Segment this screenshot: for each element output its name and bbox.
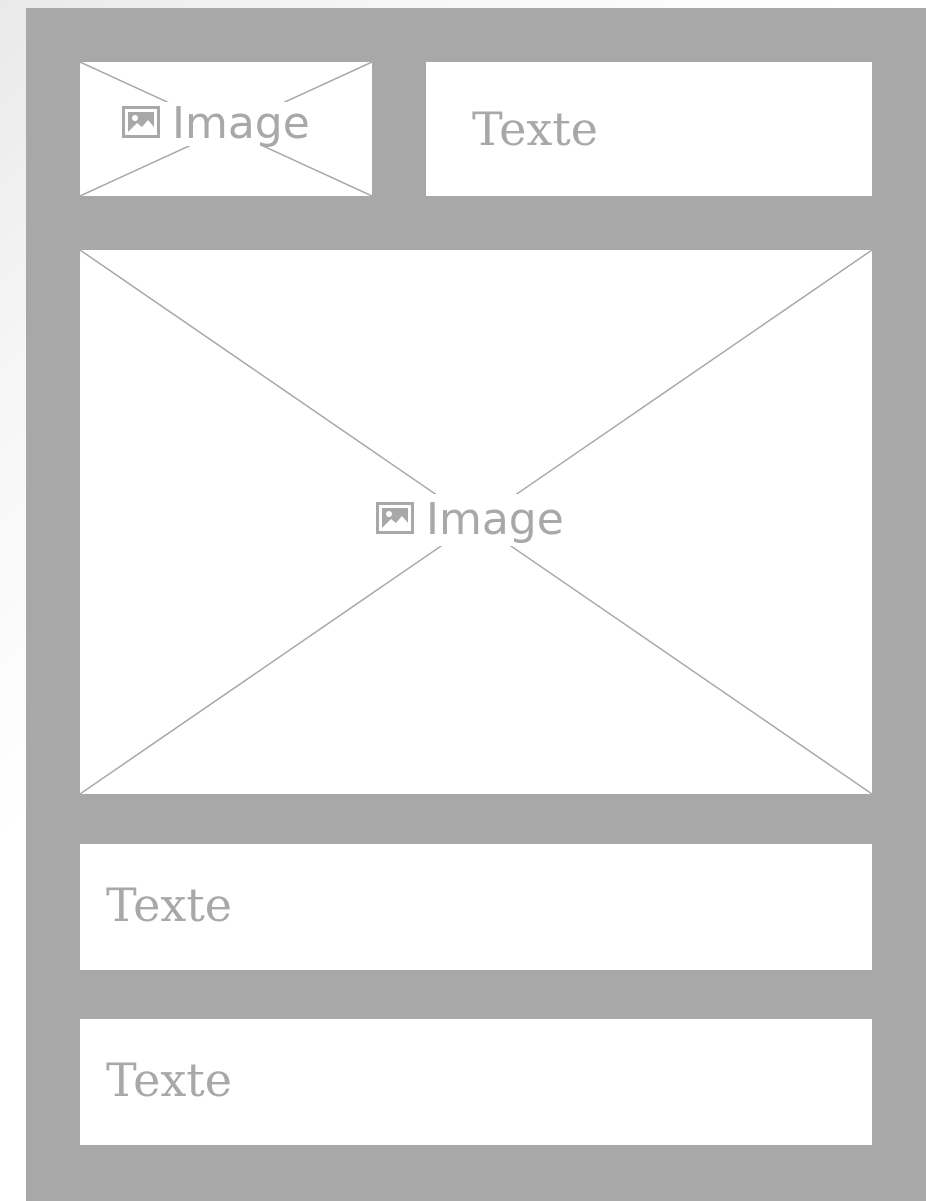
top-text-label: Texte bbox=[472, 102, 598, 156]
hero-image-label-group: Image bbox=[370, 494, 570, 546]
image-icon bbox=[376, 498, 414, 542]
image-icon bbox=[122, 102, 160, 146]
text-block-1-label: Texte bbox=[106, 878, 232, 932]
top-image-label-group: Image bbox=[120, 102, 312, 146]
text-block-1: Texte bbox=[80, 844, 872, 970]
hero-image-label: Image bbox=[426, 494, 564, 545]
text-block-2: Texte bbox=[80, 1019, 872, 1145]
hero-image-placeholder: Image bbox=[80, 250, 872, 794]
top-image-label: Image bbox=[172, 98, 310, 149]
top-text-placeholder: Texte bbox=[426, 62, 872, 196]
wireframe-frame: Image Texte Image Texte Texte bbox=[26, 8, 926, 1201]
top-image-placeholder: Image bbox=[80, 62, 372, 196]
text-block-2-label: Texte bbox=[106, 1053, 232, 1107]
